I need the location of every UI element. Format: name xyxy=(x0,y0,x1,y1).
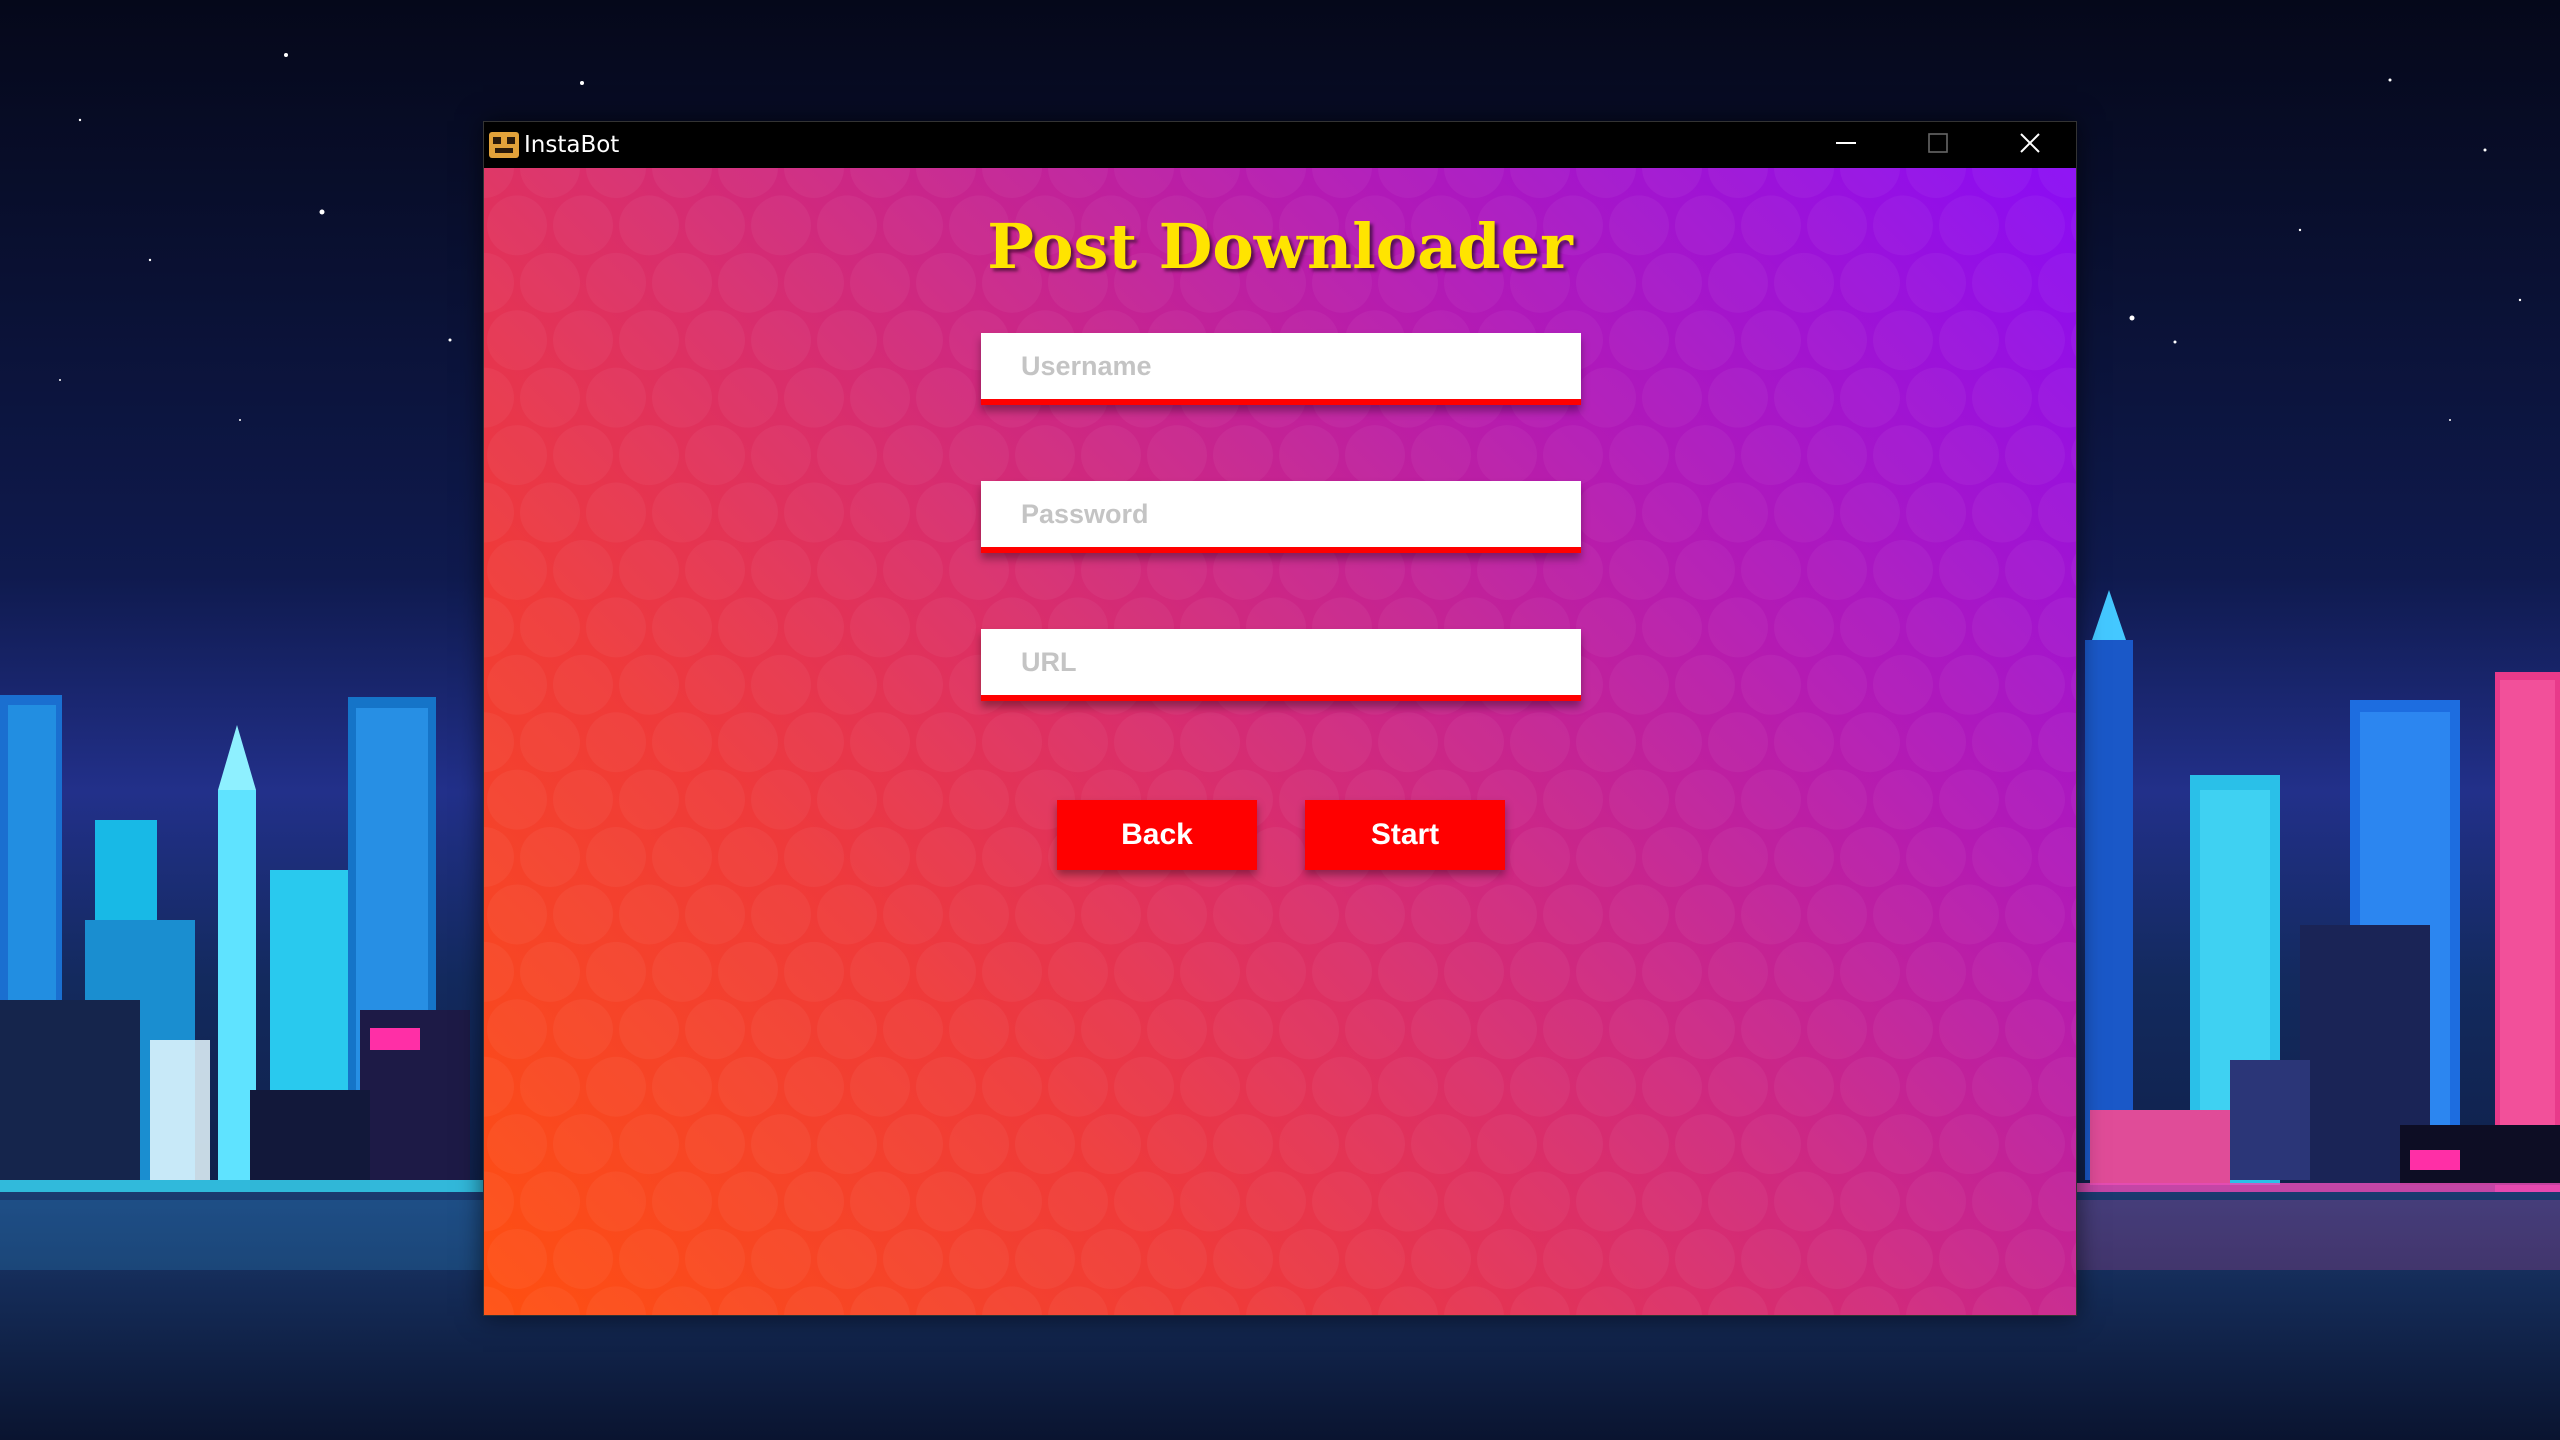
close-button[interactable] xyxy=(1984,122,2076,168)
minimize-button[interactable] xyxy=(1800,122,1892,168)
instabot-robot-icon xyxy=(488,129,520,161)
post-downloader-panel: Post Downloader Back Start xyxy=(484,168,2076,1315)
close-icon xyxy=(2019,132,2041,159)
username-input[interactable] xyxy=(981,333,1581,405)
window-title: InstaBot xyxy=(524,132,620,158)
url-input[interactable] xyxy=(981,629,1581,701)
back-button[interactable]: Back xyxy=(1057,800,1257,870)
maximize-button[interactable] xyxy=(1892,122,1984,168)
minimize-icon xyxy=(1835,132,1857,159)
title-bar[interactable]: InstaBot xyxy=(484,122,2076,168)
password-input[interactable] xyxy=(981,481,1581,553)
start-button[interactable]: Start xyxy=(1305,800,1505,870)
instabot-window: InstaBot Post Downloader Username URL Ba… xyxy=(483,121,2077,1316)
maximize-icon xyxy=(1927,132,1949,159)
page-title: Post Downloader xyxy=(987,210,1573,283)
desktop: InstaBot Post Downloader Username URL Ba… xyxy=(0,0,2560,1440)
